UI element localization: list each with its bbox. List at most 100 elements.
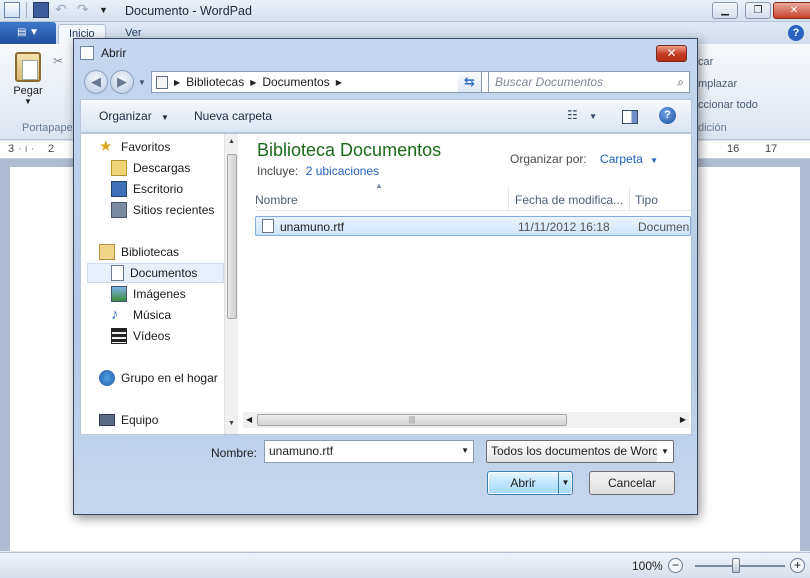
chevron-down-icon[interactable]: ▼: [461, 446, 469, 455]
arrange-by-dropdown[interactable]: Carpeta ▼: [600, 152, 658, 166]
zoom-in-button[interactable]: +: [790, 558, 805, 573]
view-options-icon[interactable]: ☷ ▼: [567, 108, 597, 122]
file-hscrollbar[interactable]: ◀ ||| ▶: [243, 412, 689, 428]
address-bar[interactable]: ▶ Bibliotecas ▶ Documentos ▶: [151, 71, 506, 93]
filename-input[interactable]: unamuno.rtf ▼: [264, 440, 474, 463]
breadcrumb-chevron-icon[interactable]: ▶: [174, 78, 180, 87]
breadcrumb-documentos[interactable]: Documentos ▶: [262, 75, 342, 89]
undo-icon[interactable]: ↶: [55, 2, 71, 18]
nav-downloads[interactable]: Descargas: [111, 158, 221, 178]
nav-label: Escritorio: [133, 182, 184, 196]
zoom-slider-track[interactable]: [695, 565, 785, 567]
nav-scrollbar[interactable]: ▲ ▼: [224, 134, 238, 434]
nav-label: Sitios recientes: [133, 203, 215, 217]
nav-libraries[interactable]: Bibliotecas: [99, 242, 221, 262]
window-close-button[interactable]: ✕: [773, 2, 810, 19]
navigation-pane: ★ Favoritos Descargas Escritorio Sitios …: [81, 134, 238, 434]
scroll-left-icon[interactable]: ◀: [246, 415, 252, 424]
preview-pane-icon[interactable]: [622, 110, 638, 124]
chevron-down-icon[interactable]: ▼: [657, 441, 673, 462]
ruler-mark: 2: [48, 143, 55, 155]
library-folder-icon: [156, 75, 168, 89]
nav-label: Favoritos: [121, 140, 171, 154]
nav-label: Bibliotecas: [121, 245, 180, 259]
refresh-button[interactable]: ⇆: [458, 71, 482, 93]
computer-icon: [99, 414, 115, 426]
zoom-slider-thumb[interactable]: [732, 558, 740, 573]
breadcrumb-label: Documentos: [262, 75, 330, 89]
find-button[interactable]: car: [698, 56, 713, 68]
ruler-mark: 16: [727, 143, 740, 155]
file-row[interactable]: unamuno.rtf 11/11/2012 16:18 Documen: [255, 216, 691, 236]
dialog-close-button[interactable]: ✕: [656, 45, 687, 62]
quick-access-toolbar: ↶ ↷ ▼: [4, 2, 115, 18]
cut-icon[interactable]: ✂: [53, 54, 63, 68]
application-menu-button[interactable]: ▤ ▼: [0, 22, 56, 44]
file-hscrollbar-thumb[interactable]: |||: [257, 414, 567, 426]
dialog-app-icon: [80, 46, 94, 60]
column-name[interactable]: Nombre: [255, 193, 298, 207]
nav-videos[interactable]: Vídeos: [111, 326, 221, 346]
file-name: unamuno.rtf: [280, 220, 345, 234]
scroll-down-icon[interactable]: ▼: [228, 420, 235, 427]
redo-icon[interactable]: ↷: [77, 2, 93, 18]
nav-homegroup[interactable]: Grupo en el hogar: [99, 368, 223, 388]
includes-locations-link[interactable]: 2 ubicaciones: [306, 164, 379, 178]
file-pane: Biblioteca Documentos Incluye: 2 ubicaci…: [239, 134, 691, 434]
filetype-select[interactable]: Todos los documentos de Word ▼: [486, 440, 674, 463]
new-folder-button[interactable]: Nueva carpeta: [194, 109, 272, 123]
qat-separator: [26, 2, 27, 18]
ruler-mark: 17: [765, 143, 778, 155]
nav-music[interactable]: ♪ Música: [111, 305, 221, 325]
save-icon[interactable]: [33, 2, 49, 18]
downloads-folder-icon: [111, 160, 127, 176]
navigation-bar: ◀ ▶ ▼ ▶ Bibliotecas ▶ Documentos ▶ ⇆ Bus…: [80, 69, 690, 95]
column-separator[interactable]: [629, 187, 630, 211]
nav-scrollbar-thumb[interactable]: [227, 154, 237, 319]
nav-recent-places[interactable]: Sitios recientes: [111, 200, 221, 220]
column-date[interactable]: Fecha de modifica...: [515, 193, 623, 207]
nav-desktop[interactable]: Escritorio: [111, 179, 221, 199]
select-all-button[interactable]: ccionar todo: [698, 99, 758, 111]
star-icon: ★: [99, 138, 113, 155]
column-type[interactable]: Tipo: [635, 193, 658, 207]
nav-images[interactable]: Imágenes: [111, 284, 221, 304]
nav-favorites[interactable]: ★ Favoritos: [99, 137, 219, 157]
search-placeholder: Buscar Documentos: [495, 75, 604, 89]
forward-button[interactable]: ▶: [110, 70, 134, 94]
maximize-button[interactable]: ❐: [745, 2, 771, 19]
paste-button[interactable]: Pegar ▼: [8, 52, 48, 106]
organize-button[interactable]: Organizar ▼: [99, 109, 169, 123]
recent-pages-dropdown[interactable]: ▼: [138, 78, 146, 87]
search-icon[interactable]: ⌕: [677, 75, 684, 90]
dialog-footer: Nombre: unamuno.rtf ▼ Todos los document…: [80, 435, 692, 509]
nav-documents[interactable]: Documentos: [87, 263, 224, 283]
dialog-title: Abrir: [101, 46, 127, 60]
customize-qat-icon[interactable]: ▼: [99, 2, 115, 18]
open-button[interactable]: Abrir ▼: [487, 471, 573, 495]
dialog-content: ★ Favoritos Descargas Escritorio Sitios …: [80, 133, 692, 435]
dialog-help-icon[interactable]: ?: [659, 107, 676, 124]
back-button[interactable]: ◀: [84, 70, 108, 94]
nav-computer[interactable]: Equipo: [99, 410, 223, 430]
chevron-down-icon: ▼: [650, 156, 659, 165]
wordpad-app-icon[interactable]: [4, 2, 20, 18]
breadcrumb-chevron-icon[interactable]: ▶: [336, 78, 342, 87]
cancel-button[interactable]: Cancelar: [589, 471, 675, 495]
minimize-button[interactable]: ▁: [712, 2, 738, 19]
filename-label: Nombre:: [211, 446, 258, 460]
nav-label: Documentos: [130, 266, 198, 280]
zoom-out-button[interactable]: −: [668, 558, 683, 573]
help-icon[interactable]: ?: [788, 25, 804, 41]
open-options-dropdown[interactable]: ▼: [558, 472, 572, 494]
search-input[interactable]: Buscar Documentos ⌕: [488, 71, 690, 93]
scroll-right-icon[interactable]: ▶: [680, 415, 686, 424]
replace-button[interactable]: mplazar: [698, 78, 737, 90]
breadcrumb-chevron-icon[interactable]: ▶: [250, 78, 256, 87]
column-separator[interactable]: [508, 187, 509, 211]
nav-label: Imágenes: [133, 287, 186, 301]
nav-label: Grupo en el hogar: [121, 371, 218, 385]
breadcrumb-bibliotecas[interactable]: Bibliotecas ▶: [186, 75, 256, 89]
command-bar: Organizar ▼ Nueva carpeta ☷ ▼ ?: [80, 99, 692, 133]
scroll-up-icon[interactable]: ▲: [228, 138, 235, 145]
